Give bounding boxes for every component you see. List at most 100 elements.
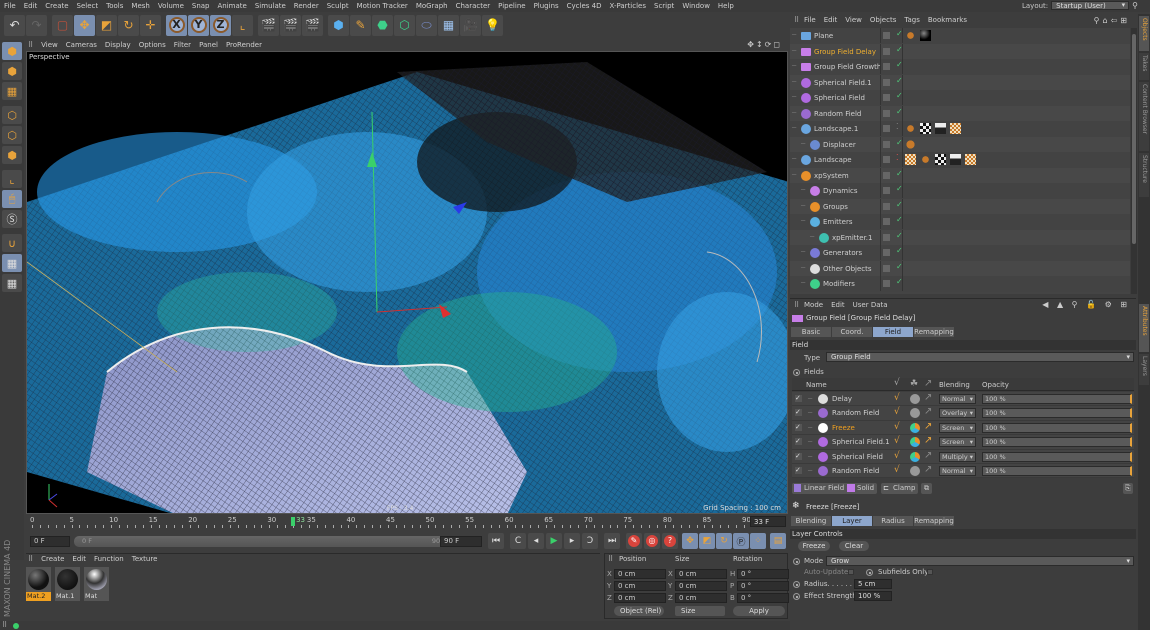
field-layer-row[interactable]: ✓ ─ Spherical Field.1 √ ↗ Screen 100 % <box>792 435 1134 450</box>
subdivision-icon[interactable]: ⬣ <box>372 14 393 36</box>
opacity-slider[interactable]: 100 % <box>982 422 1132 433</box>
size-y-field[interactable]: 0 cm <box>675 581 727 591</box>
add-clamp-button[interactable]: ⊏ Clamp <box>881 483 919 494</box>
material-swatch[interactable]: Mat.2 <box>26 567 51 601</box>
attributes-menu-edit[interactable]: Edit <box>831 301 845 309</box>
menu-file[interactable]: File <box>4 2 16 10</box>
tab-basic[interactable]: Basic <box>791 327 831 337</box>
playhead[interactable] <box>291 517 296 526</box>
direction-mode-icon[interactable]: ↗ <box>924 421 932 432</box>
object-visibility-controls[interactable]: ✓ <box>880 136 903 152</box>
layer-color-icon[interactable] <box>883 249 890 257</box>
cube-icon[interactable]: ⬢ <box>328 14 349 36</box>
menu-edit[interactable]: Edit <box>24 2 38 10</box>
render-picture-viewer-icon[interactable]: 🎬 <box>280 14 301 36</box>
object-row[interactable]: ─ xpEmitter.1 ✓ <box>790 229 1130 245</box>
layer-color-icon[interactable] <box>883 47 890 55</box>
param-key-icon[interactable]: Ⓟ <box>733 533 749 549</box>
edges-mode-icon[interactable]: ⬡ <box>2 126 22 144</box>
object-name[interactable]: Landscape.1 <box>814 125 858 133</box>
fields-animate-radio[interactable] <box>793 369 800 376</box>
floor-icon[interactable]: ▦ <box>438 14 459 36</box>
polygons-mode-icon[interactable]: ⬢ <box>2 146 22 164</box>
menu-plugins[interactable]: Plugins <box>534 2 559 10</box>
clear-button[interactable]: Clear <box>839 541 869 551</box>
enabled-check-icon[interactable]: ✓ <box>896 262 903 271</box>
object-row[interactable]: ─ Landscape.1 ⁚ <box>790 121 1130 137</box>
object-menu-file[interactable]: File <box>804 16 816 24</box>
object-row[interactable]: ─ Modifiers ✓ <box>790 276 1130 292</box>
xp-tag-icon[interactable] <box>905 30 916 41</box>
rotate-key-icon[interactable]: ↻ <box>716 533 732 549</box>
layer-options-button[interactable]: ⎘ <box>1123 483 1133 494</box>
field-layer-row[interactable]: ✓ ─ Random Field √ ↗ Overlay 100 % <box>792 406 1134 421</box>
array-icon[interactable]: ⬡ <box>394 14 415 36</box>
menu-select[interactable]: Select <box>77 2 99 10</box>
field-layer-row[interactable]: ✓ ─ Delay √ ↗ Normal 100 % <box>792 392 1134 407</box>
enabled-check-icon[interactable]: ✓ <box>896 91 903 100</box>
object-row[interactable]: ─ Random Field ✓ <box>790 105 1130 121</box>
layer-color-icon[interactable] <box>883 171 890 179</box>
object-visibility-controls[interactable]: ✓ <box>880 167 903 183</box>
viewport-menu-cameras[interactable]: Cameras <box>66 41 97 49</box>
field-type-dropdown[interactable]: Group Field <box>826 352 1134 362</box>
object-visibility-controls[interactable]: ✓ <box>880 260 903 276</box>
color-mode-icon[interactable] <box>910 422 920 433</box>
object-name[interactable]: xpEmitter.1 <box>832 234 872 242</box>
value-mode-icon[interactable]: √ <box>894 451 900 461</box>
timeline-icon[interactable]: ▤ <box>770 533 786 549</box>
object-visibility-controls[interactable]: ✓ <box>880 28 903 44</box>
points-mode-icon[interactable]: ⬡ <box>2 106 22 124</box>
layer-color-icon[interactable] <box>883 202 890 210</box>
render-view-icon[interactable]: 🎬 <box>258 14 279 36</box>
viewport-grip-icon[interactable]: ⠿ <box>28 41 33 49</box>
blending-dropdown[interactable]: Normal <box>939 466 976 476</box>
direction-mode-icon[interactable]: ↗ <box>924 450 932 461</box>
checker-tag-icon[interactable] <box>920 123 931 134</box>
object-visibility-controls[interactable]: ✓ <box>880 183 903 199</box>
make-editable-icon[interactable]: ⬢ <box>2 42 22 60</box>
scale-key-icon[interactable]: ◩ <box>699 533 715 549</box>
checker-tag-icon[interactable] <box>935 154 946 165</box>
pla-key-icon[interactable]: ⁘ <box>750 533 766 549</box>
object-menu-bookmarks[interactable]: Bookmarks <box>928 16 967 24</box>
material-swatch[interactable]: Mat <box>84 567 109 601</box>
menu-character[interactable]: Character <box>456 2 491 10</box>
strength-animate-radio[interactable] <box>793 593 800 600</box>
object-menu-edit[interactable]: Edit <box>824 16 838 24</box>
object-name[interactable]: Group Field Growth <box>814 63 881 71</box>
autokey-icon[interactable]: ◎ <box>644 533 660 549</box>
go-to-end-icon[interactable]: ⏭ <box>604 533 620 549</box>
side-tab-objects[interactable]: Objects <box>1139 16 1149 52</box>
object-name[interactable]: Dynamics <box>823 187 858 195</box>
field-layer-name[interactable]: Freeze <box>832 424 855 432</box>
material-tag-black-icon[interactable] <box>920 30 931 41</box>
object-visibility-controls[interactable]: ✓ <box>880 214 903 230</box>
previous-frame-icon[interactable]: ◂ <box>528 533 544 549</box>
object-visibility-controls[interactable]: ✓ <box>880 276 903 292</box>
deformer-icon[interactable]: ⬭ <box>416 14 437 36</box>
enabled-check-icon[interactable]: ✓ <box>896 200 903 209</box>
menu-create[interactable]: Create <box>45 2 68 10</box>
menu-render[interactable]: Render <box>294 2 319 10</box>
object-visibility-controls[interactable]: ✓ <box>880 105 903 121</box>
menu-snap[interactable]: Snap <box>192 2 210 10</box>
field-layer-name[interactable]: Spherical Field.1 <box>832 438 890 446</box>
menu-animate[interactable]: Animate <box>218 2 247 10</box>
field-enable-checkbox[interactable]: ✓ <box>795 467 802 474</box>
direction-mode-icon[interactable]: ↗ <box>924 464 932 475</box>
color-mode-icon[interactable] <box>910 466 920 476</box>
blending-dropdown[interactable]: Normal <box>939 394 976 404</box>
coordinate-mode-dropdown[interactable]: Object (Rel) <box>614 606 664 616</box>
menu-script[interactable]: Script <box>654 2 674 10</box>
menu-help[interactable]: Help <box>718 2 734 10</box>
object-visibility-controls[interactable]: ✓ <box>880 74 903 90</box>
viewport-menu-display[interactable]: Display <box>105 41 131 49</box>
layer-color-icon[interactable] <box>883 156 890 164</box>
side-tab-structure[interactable]: Structure <box>1139 153 1149 198</box>
position-y-field[interactable]: 0 cm <box>614 581 666 591</box>
enabled-check-icon[interactable]: ✓ <box>896 76 903 85</box>
enabled-check-icon[interactable]: ⁚ <box>896 122 899 131</box>
record-icon[interactable]: ✎ <box>626 533 642 549</box>
material-tag-icon[interactable] <box>935 123 946 134</box>
